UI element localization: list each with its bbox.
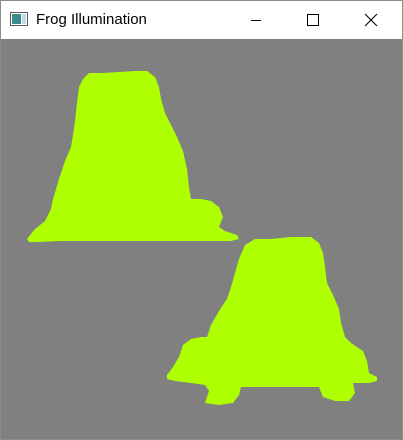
app-window-icon[interactable]: [10, 12, 28, 26]
minimize-button[interactable]: [233, 1, 279, 39]
close-button[interactable]: [348, 1, 394, 39]
minimize-icon: [251, 20, 261, 21]
close-icon: [364, 13, 378, 27]
title-bar[interactable]: Frog Illumination: [1, 1, 402, 39]
maximize-icon: [307, 14, 319, 26]
render-canvas[interactable]: [1, 39, 402, 439]
application-window: Frog Illumination: [0, 0, 403, 440]
maximize-button[interactable]: [290, 1, 336, 39]
window-title: Frog Illumination: [36, 11, 147, 28]
